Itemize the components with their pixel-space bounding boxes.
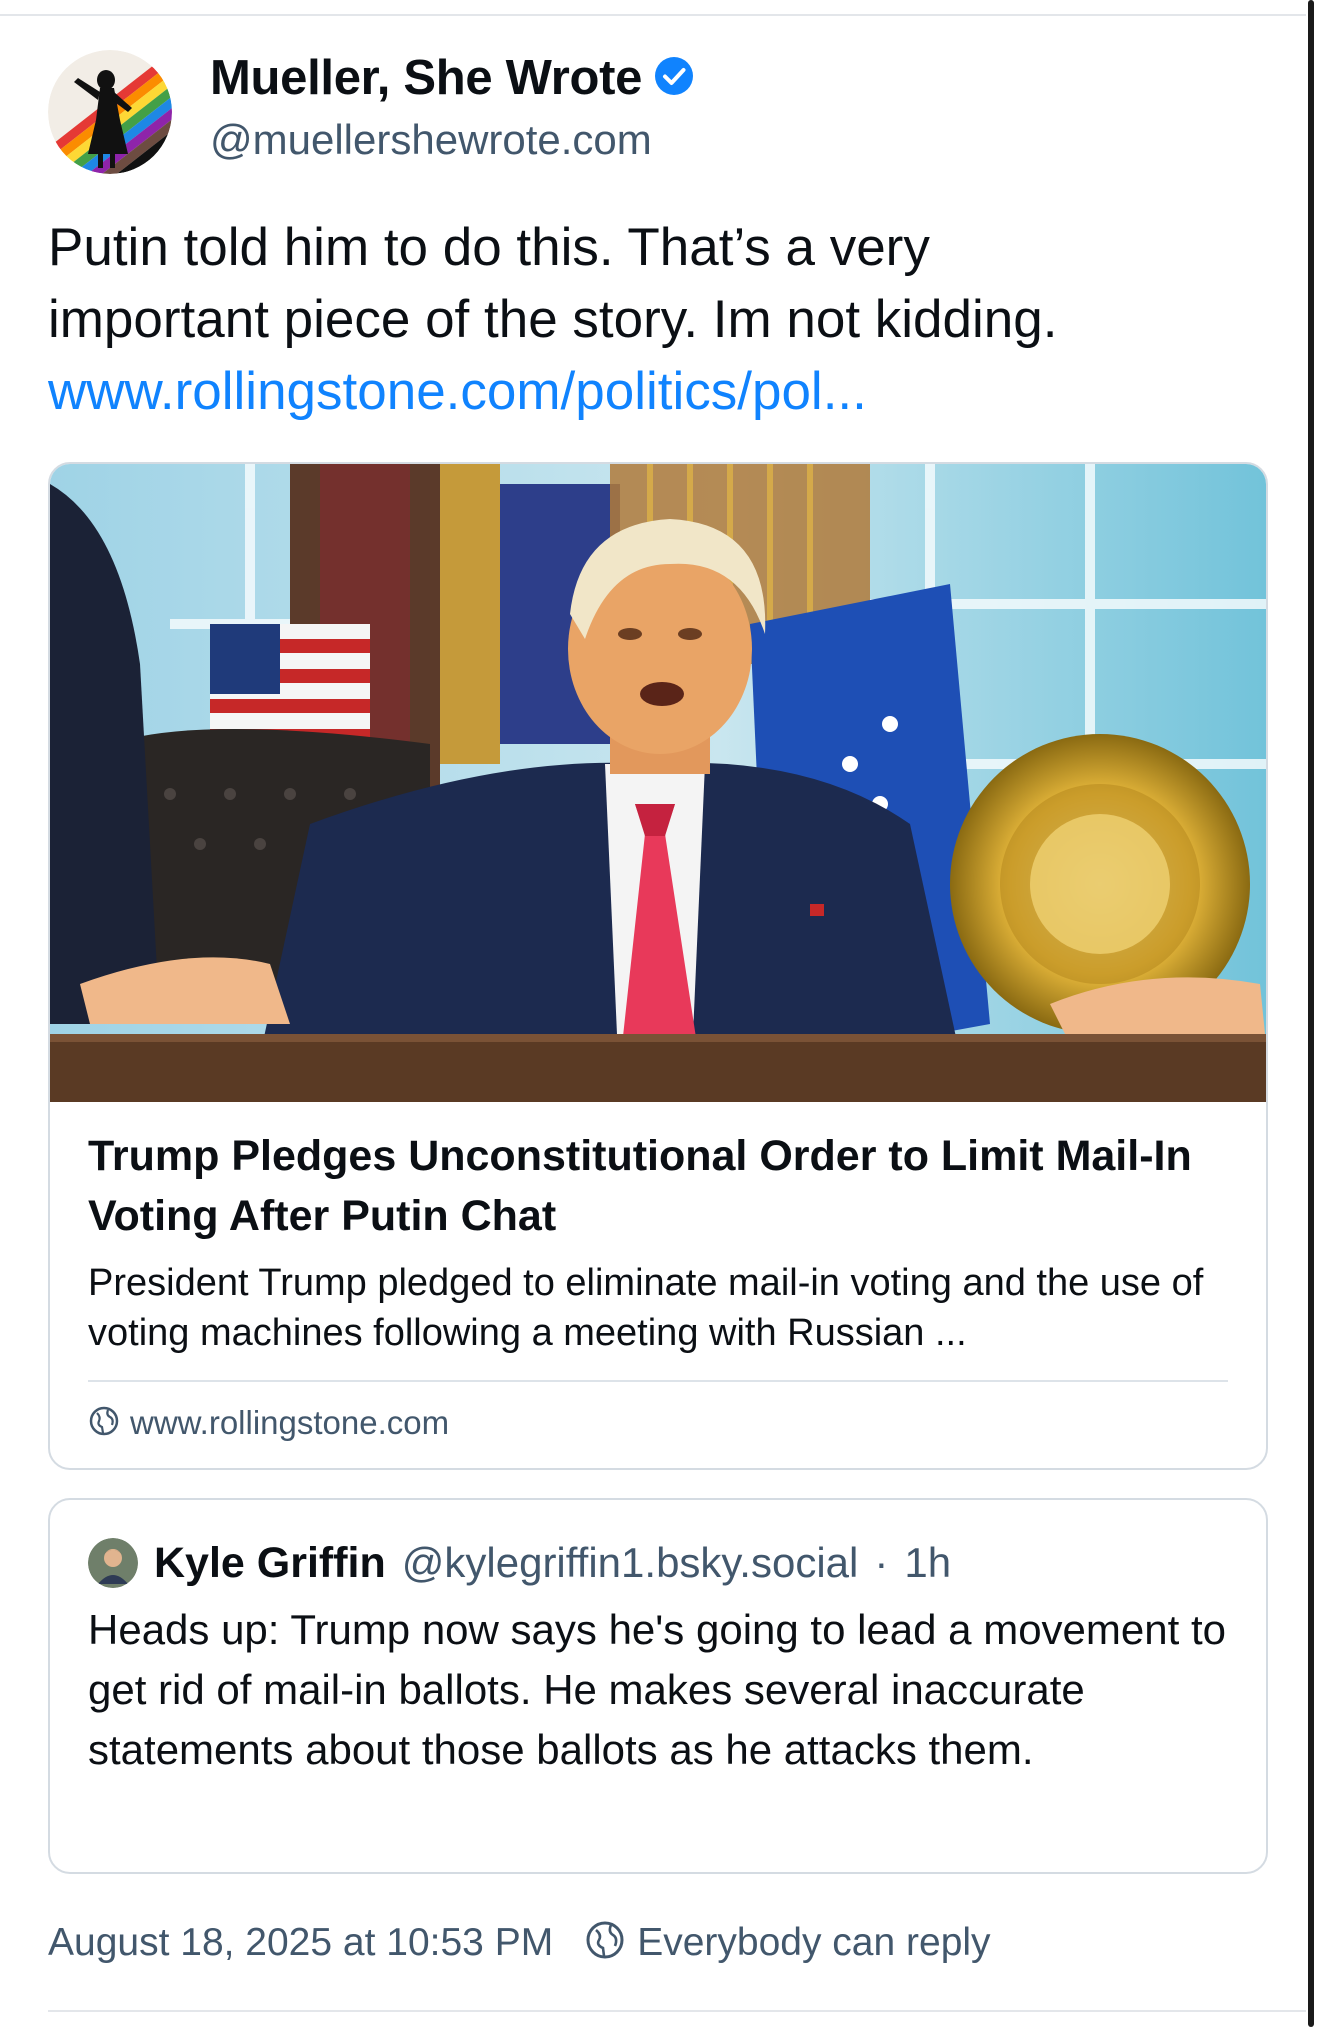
link-preview-title[interactable]: Trump Pledges Unconstitutional Order to … (88, 1126, 1238, 1246)
link-preview-domain-row: www.rollingstone.com (88, 1404, 449, 1442)
quoted-separator: · (874, 1539, 889, 1586)
post-footer: August 18, 2025 at 10:53 PM Everybody ca… (48, 1920, 991, 1965)
post-text: Putin told him to do this. That’s a very… (48, 212, 1268, 428)
quoted-post-card[interactable]: Kyle Griffin @kylegriffin1.bsky.social ·… (48, 1498, 1268, 1874)
link-preview-card[interactable]: Trump Pledges Unconstitutional Order to … (48, 462, 1268, 1470)
verified-badge-icon (654, 56, 694, 101)
post-link[interactable]: www.rollingstone.com/politics/pol... (48, 356, 1268, 428)
globe-icon (88, 1405, 120, 1442)
author-display-name[interactable]: Mueller, She Wrote (210, 50, 642, 106)
author-handle[interactable]: @muellershewrote.com (210, 116, 652, 164)
quoted-author-name[interactable]: Kyle Griffin (154, 1539, 386, 1588)
author-header: Mueller, She Wrote (210, 50, 694, 106)
quoted-author-handle[interactable]: @kylegriffin1.bsky.social (402, 1539, 859, 1587)
link-preview-divider (88, 1380, 1228, 1382)
quoted-post-header: Kyle Griffin @kylegriffin1.bsky.social ·… (88, 1538, 951, 1588)
reply-globe-icon (585, 1920, 625, 1965)
author-avatar[interactable] (48, 50, 172, 174)
scroll-indicator[interactable] (1308, 0, 1314, 2027)
post-text-line: Putin told him to do this. That’s a very (48, 218, 930, 277)
quoted-post-time[interactable]: 1h (904, 1539, 951, 1587)
link-preview-domain: www.rollingstone.com (130, 1404, 450, 1441)
avatar-image (48, 50, 172, 174)
quoted-post-text: Heads up: Trump now says he's going to l… (88, 1606, 1226, 1773)
quoted-author-avatar[interactable] (88, 1538, 138, 1588)
post-timestamp: August 18, 2025 at 10:53 PM (48, 1920, 554, 1964)
link-preview-image[interactable] (50, 464, 1266, 1102)
link-preview-description: President Trump pledged to eliminate mai… (88, 1262, 1204, 1354)
reply-setting[interactable]: Everybody can reply (585, 1920, 991, 1965)
reply-setting-label[interactable]: Everybody can reply (637, 1921, 990, 1965)
post-text-line: important piece of the story. Im not kid… (48, 290, 1058, 349)
bottom-divider (48, 2010, 1306, 2012)
top-divider (0, 14, 1306, 16)
